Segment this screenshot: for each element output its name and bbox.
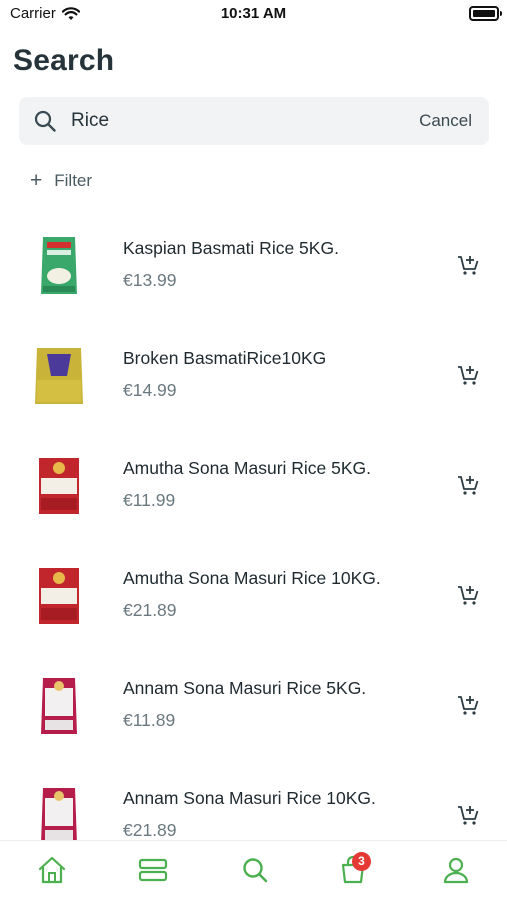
product-price: €11.89 bbox=[123, 710, 176, 730]
product-name: Kaspian Basmati Rice 5KG. bbox=[123, 238, 339, 258]
cart-add-icon[interactable] bbox=[456, 473, 480, 497]
list-item[interactable]: Broken BasmatiRice10KG €14.99 bbox=[0, 320, 507, 430]
product-image bbox=[41, 237, 77, 294]
product-name: Broken BasmatiRice10KG bbox=[123, 348, 327, 368]
cart-add-icon[interactable] bbox=[456, 583, 480, 607]
list-item[interactable]: Amutha Sona Masuri Rice 10KG. €21.89 bbox=[0, 540, 507, 650]
categories-icon[interactable] bbox=[138, 855, 168, 885]
cart-add-icon[interactable] bbox=[456, 803, 480, 827]
product-image bbox=[39, 568, 79, 624]
product-price: €21.89 bbox=[123, 820, 177, 840]
list-item[interactable]: Annam Sona Masuri Rice 10KG. €21.89 bbox=[0, 760, 507, 840]
product-name: Amutha Sona Masuri Rice 10KG. bbox=[123, 568, 381, 588]
product-image bbox=[41, 788, 77, 840]
cart-add-icon[interactable] bbox=[456, 363, 480, 387]
cancel-button[interactable]: Cancel bbox=[419, 111, 472, 131]
product-name: Annam Sona Masuri Rice 10KG. bbox=[123, 788, 376, 808]
product-image bbox=[39, 458, 79, 514]
search-bar: Cancel bbox=[19, 97, 489, 145]
product-price: €14.99 bbox=[123, 380, 177, 400]
plus-icon: + bbox=[30, 169, 43, 192]
product-list: Kaspian Basmati Rice 5KG. €13.99 Broken … bbox=[0, 210, 507, 840]
tab-bar: 3 bbox=[0, 840, 507, 900]
home-icon[interactable] bbox=[37, 855, 67, 885]
cart-add-icon[interactable] bbox=[456, 693, 480, 717]
list-item[interactable]: Kaspian Basmati Rice 5KG. €13.99 bbox=[0, 210, 507, 320]
list-item[interactable]: Amutha Sona Masuri Rice 5KG. €11.99 bbox=[0, 430, 507, 540]
filter-button[interactable]: + Filter bbox=[30, 170, 92, 191]
product-price: €13.99 bbox=[123, 270, 177, 290]
battery-icon bbox=[469, 6, 502, 21]
product-name: Annam Sona Masuri Rice 5KG. bbox=[123, 678, 367, 698]
product-price: €11.99 bbox=[123, 490, 176, 510]
product-image bbox=[41, 678, 77, 734]
list-item[interactable]: Annam Sona Masuri Rice 5KG. €11.89 bbox=[0, 650, 507, 760]
search-tab-icon[interactable] bbox=[240, 855, 270, 885]
cart-add-icon[interactable] bbox=[456, 253, 480, 277]
product-name: Amutha Sona Masuri Rice 5KG. bbox=[123, 458, 372, 478]
status-time: 10:31 AM bbox=[220, 5, 287, 22]
user-icon[interactable] bbox=[441, 855, 471, 885]
search-icon bbox=[34, 110, 56, 132]
product-price: €21.89 bbox=[123, 600, 177, 620]
page-title: Search bbox=[13, 44, 115, 77]
product-image bbox=[35, 348, 83, 404]
filter-label: Filter bbox=[54, 170, 93, 190]
search-input[interactable] bbox=[71, 107, 371, 135]
status-bar: Carrier 10:31 AM bbox=[0, 0, 507, 30]
cart-badge: 3 bbox=[352, 852, 371, 871]
